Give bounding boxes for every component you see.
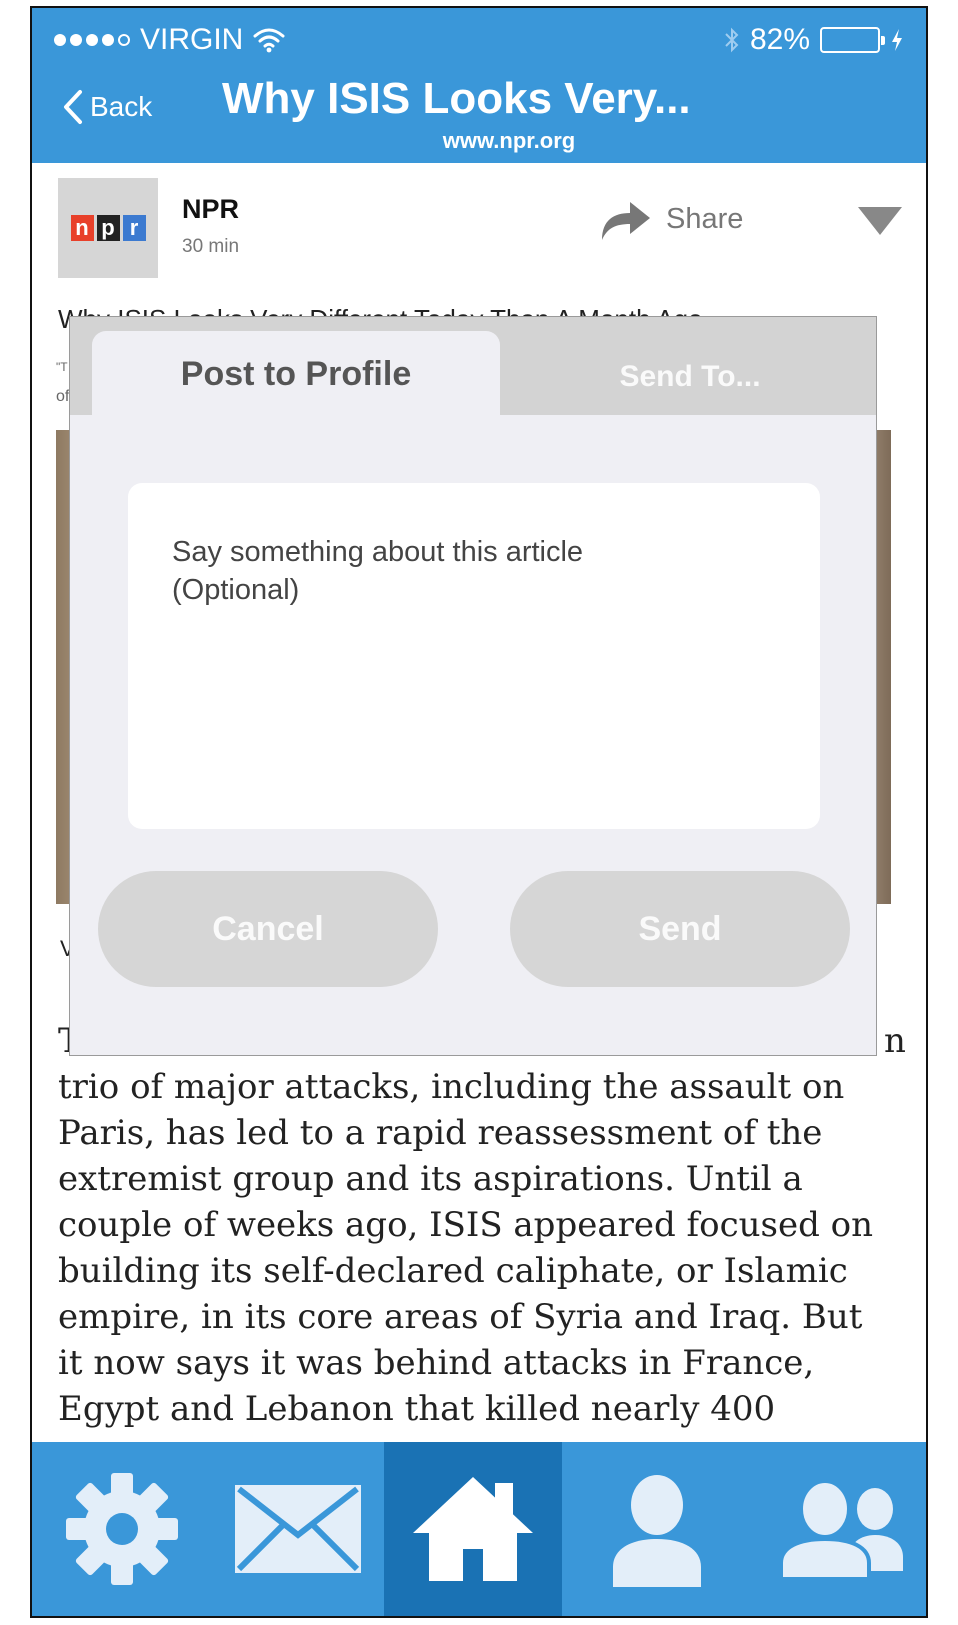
share-button[interactable]: Share [598,196,743,242]
top-bar: VIRGIN 82% Back Why ISIS Looks Very... w… [32,8,926,163]
tab-settings[interactable] [32,1442,212,1616]
gear-icon [66,1473,178,1585]
home-icon [413,1477,533,1581]
article-body: Ttrio of major attacks, including the as… [58,1018,898,1432]
page-url: www.npr.org [442,128,576,153]
article-body-line: Egypt and Lebanon that killed nearly 400 [58,1389,776,1429]
share-label: Share [666,202,744,235]
tab-profile[interactable] [562,1442,752,1616]
user-icon [613,1475,701,1587]
bottom-tab-bar [32,1442,926,1616]
post-time: 30 min [182,236,240,257]
chevron-left-icon [64,90,82,124]
logo-letter: p [96,215,120,241]
tab-send-to[interactable]: Send To... [540,339,840,415]
article-body-line: trio of major attacks, including the ass… [58,1067,845,1107]
source-name: NPR [182,194,240,224]
tab-friends[interactable] [752,1442,926,1616]
envelope-icon [235,1485,361,1573]
cancel-button[interactable]: Cancel [98,871,438,987]
tab-messages[interactable] [212,1442,384,1616]
logo-letter: r [122,215,146,241]
status-bar-right: 82% [724,20,904,60]
article-body-line: it now says it was behind attacks in Fra… [58,1343,815,1383]
back-button[interactable]: Back [62,82,152,132]
article-body-line: couple of weeks ago, ISIS appeared focus… [58,1205,874,1245]
signal-strength-icon [54,34,130,46]
dropdown-triangle-icon[interactable] [856,205,904,237]
tab-post-to-profile[interactable]: Post to Profile [92,331,500,417]
battery-percent: 82% [749,23,810,56]
logo-letter: n [70,215,94,241]
tab-home[interactable] [384,1442,562,1616]
phone-screen: VIRGIN 82% Back Why ISIS Looks Very... w… [30,6,928,1618]
article-subtitle-1: "T [56,360,68,374]
wifi-icon [253,28,285,53]
comment-input[interactable] [128,483,820,829]
article-body-line: extremist group and its aspirations. Unt… [58,1159,803,1199]
share-modal: Post to Profile Send To... Cancel Send [69,316,877,1056]
battery-icon [820,27,885,53]
share-arrow-icon [602,202,650,240]
bluetooth-icon [725,27,739,53]
page-title: Why ISIS Looks Very... [222,74,691,123]
status-bar-left: VIRGIN [54,20,285,60]
article-body-edge: n [884,1021,906,1061]
users-icon [779,1479,903,1579]
send-button[interactable]: Send [510,871,850,987]
article-subtitle-2: of [56,388,70,405]
article-body-line: empire, in its core areas of Syria and I… [58,1297,863,1337]
article-body-line: Paris, has led to a rapid reassessment o… [58,1113,823,1153]
article-body-line: building its self-declared caliphate, or… [58,1251,848,1291]
npr-logo: npr [58,178,158,278]
carrier-name: VIRGIN [140,23,244,56]
charging-icon [892,29,902,51]
back-label: Back [90,91,153,122]
